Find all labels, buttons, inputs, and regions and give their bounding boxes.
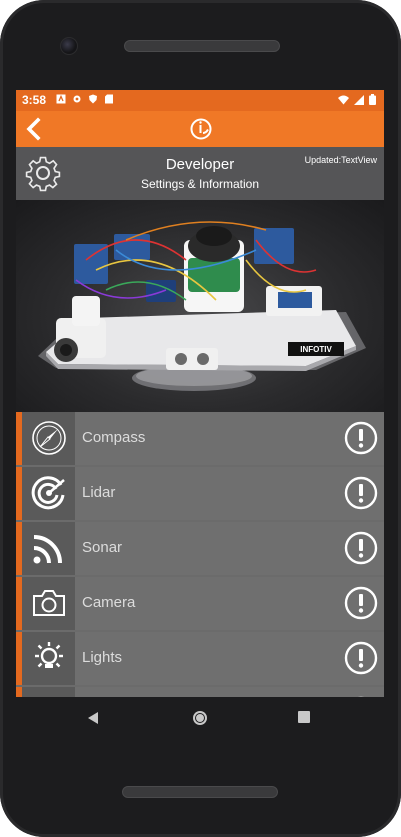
shield-icon — [89, 94, 97, 104]
item-label: Compass — [82, 429, 146, 446]
compass-icon — [32, 421, 66, 455]
sensor-list: Compass Lidar Sonar Camera Lights — [16, 412, 384, 737]
alert-icon[interactable] — [344, 641, 378, 675]
status-icons-left — [56, 94, 114, 104]
item-label: Sonar — [82, 539, 123, 556]
item-label: Camera — [82, 594, 136, 611]
settings-icon — [73, 95, 81, 103]
signal-icon — [354, 94, 364, 105]
sonar-icon — [33, 535, 62, 564]
robot-illustration: INFOTIV — [38, 221, 366, 391]
battery-icon — [369, 94, 376, 105]
alert-icon[interactable] — [344, 476, 378, 510]
front-camera — [60, 37, 78, 55]
chevron-left-icon[interactable] — [22, 116, 48, 142]
alert-icon[interactable] — [344, 421, 378, 455]
back-triangle-icon[interactable] — [86, 711, 100, 725]
app-icon — [56, 94, 66, 104]
status-bar: 3:58 — [16, 90, 384, 111]
screen: 3:58 Developer Settings & Information Up… — [16, 90, 384, 737]
list-item-camera[interactable]: Camera — [16, 577, 384, 630]
item-label: Lights — [82, 649, 123, 666]
system-nav-bar — [16, 697, 384, 737]
camera-icon — [33, 590, 65, 616]
app-logo-icon — [190, 118, 212, 140]
alert-icon[interactable] — [344, 531, 378, 565]
developer-header: Developer Settings & Information Updated… — [16, 147, 384, 200]
item-icon-box — [22, 467, 75, 520]
status-time: 3:58 — [22, 93, 47, 107]
earpiece-speaker — [124, 40, 280, 52]
page-subtitle: Settings & Information — [140, 177, 260, 191]
item-icon-box — [22, 412, 75, 465]
bottom-speaker — [122, 786, 278, 798]
alert-icon[interactable] — [344, 586, 378, 620]
wifi-icon — [338, 95, 349, 104]
item-icon-box — [22, 522, 75, 575]
home-circle-icon[interactable] — [192, 710, 208, 726]
phone-frame: 3:58 Developer Settings & Information Up… — [0, 0, 401, 837]
item-label: Lidar — [82, 484, 116, 501]
recents-square-icon[interactable] — [298, 711, 310, 723]
status-icons-right — [338, 94, 376, 105]
app-bar — [16, 111, 384, 147]
list-item-compass[interactable]: Compass — [16, 412, 384, 465]
sd-card-icon — [105, 94, 113, 104]
list-item-sonar[interactable]: Sonar — [16, 522, 384, 575]
list-item-lights[interactable]: Lights — [16, 632, 384, 685]
robot-photo: INFOTIV — [16, 200, 384, 412]
brand-label: INFOTIV — [300, 345, 332, 354]
updated-text: Updated:TextView — [304, 155, 377, 165]
list-item-lidar[interactable]: Lidar — [16, 467, 384, 520]
item-icon-box — [22, 577, 75, 630]
lidar-icon — [31, 476, 65, 510]
item-icon-box — [22, 632, 75, 685]
lights-icon — [35, 642, 63, 668]
